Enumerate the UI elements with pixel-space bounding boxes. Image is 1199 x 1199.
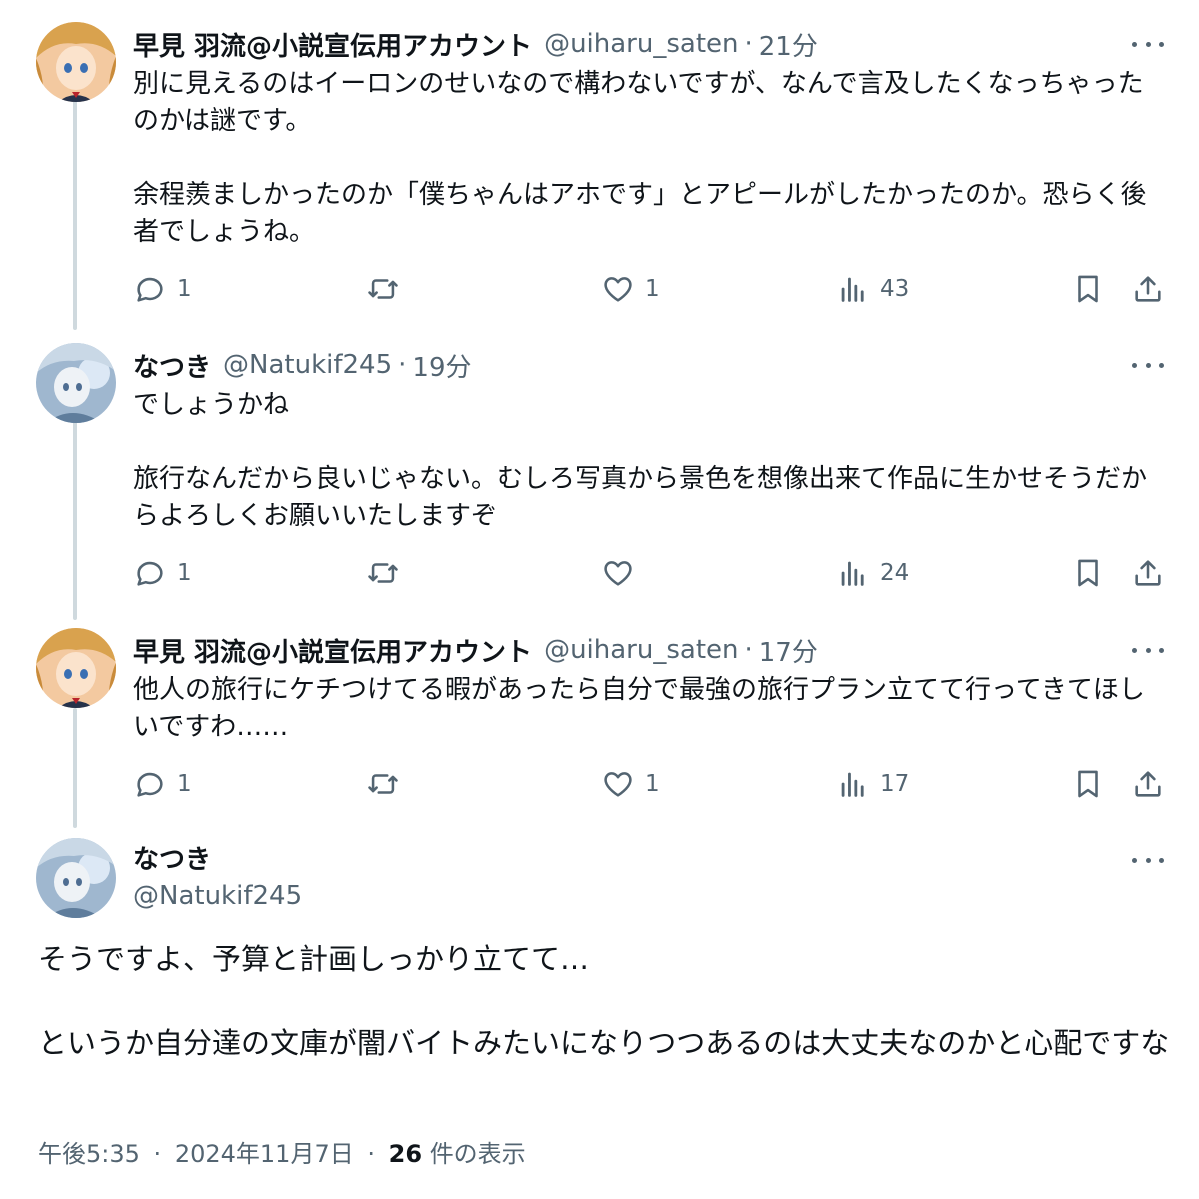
bookmark-button[interactable]: [1071, 553, 1105, 593]
heart-icon: [604, 561, 632, 586]
tweet-paragraph: 他人の旅行にケチつけてる暇があったら自分で最強の旅行プラン立てて行ってきてほしい…: [133, 675, 1145, 742]
upload-share-icon: [1135, 276, 1161, 302]
separator: ·: [367, 1140, 375, 1168]
reply-count: 1: [177, 276, 192, 302]
reply-button[interactable]: 1: [133, 764, 192, 804]
like-count: 1: [645, 771, 660, 797]
reply-button[interactable]: 1: [133, 553, 192, 593]
display-name[interactable]: 早見 羽流@小説宣伝用アカウント: [133, 26, 532, 63]
retweet-button[interactable]: [366, 269, 410, 309]
reply-count: 1: [177, 560, 192, 586]
retweet-arrows-icon: [368, 563, 398, 583]
like-count: 1: [645, 276, 660, 302]
tweet-paragraph: 余程羨ましかったのか「僕ちゃんはアホです」とアピールがしたかったのか。恐らく後者…: [133, 180, 1147, 247]
views-label: 件の表示: [429, 1140, 526, 1168]
like-button[interactable]: 1: [601, 764, 660, 804]
like-button[interactable]: [601, 553, 645, 593]
user-handle[interactable]: @Natukif245: [133, 876, 302, 916]
speech-bubble-icon: [137, 772, 163, 797]
tweet-text: 別に見えるのはイーロンのせいなので構わないですが、なんで言及したくなっちゃったの…: [133, 66, 1169, 251]
more-options-icon[interactable]: [1130, 345, 1166, 385]
display-name[interactable]: なつき: [133, 840, 211, 880]
share-button[interactable]: [1131, 269, 1165, 309]
bookmark-icon: [1078, 770, 1098, 798]
timestamp[interactable]: 17分: [759, 632, 818, 669]
views-count: 43: [880, 276, 910, 302]
like-button[interactable]: 1: [601, 269, 660, 309]
retweet-arrows-icon: [368, 774, 398, 794]
retweet-button[interactable]: [366, 553, 410, 593]
tweet[interactable]: 早見 羽流@小説宣伝用アカウント @uiharu_saten · 21分 別に見…: [0, 24, 1199, 324]
display-name[interactable]: なつき: [133, 347, 211, 384]
user-handle[interactable]: @uiharu_saten: [544, 29, 738, 59]
post-date[interactable]: 2024年11月7日: [175, 1140, 354, 1168]
more-options-icon[interactable]: [1130, 840, 1166, 880]
more-options-icon[interactable]: [1130, 630, 1166, 670]
user-handle[interactable]: @Natukif245: [223, 350, 392, 380]
views-button[interactable]: 43: [836, 269, 909, 309]
upload-share-icon: [1135, 771, 1161, 797]
upload-share-icon: [1135, 560, 1161, 586]
bookmark-button[interactable]: [1071, 269, 1105, 309]
tweet-actions: 1 24: [133, 553, 1173, 593]
reply-count: 1: [177, 771, 192, 797]
bookmark-icon: [1078, 559, 1098, 587]
tweet-header: 早見 羽流@小説宣伝用アカウント @uiharu_saten · 21分: [133, 24, 818, 64]
separator: ·: [398, 350, 407, 380]
display-name[interactable]: 早見 羽流@小説宣伝用アカウント: [133, 632, 532, 669]
heart-icon: [604, 277, 632, 302]
bookmark-button[interactable]: [1071, 764, 1105, 804]
reply-button[interactable]: 1: [133, 269, 192, 309]
tweet-paragraph: でしょうかね: [133, 390, 290, 420]
more-options-icon[interactable]: [1130, 24, 1166, 64]
tweet-text: そうですよ、予算と計画しっかり立てて… というか自分達の文庫が闇バイトみたいにな…: [38, 938, 1178, 1064]
tweet-paragraph: というか自分達の文庫が闇バイトみたいになりつつあるのは大丈夫なのかと心配ですな: [38, 1026, 1170, 1060]
tweet-paragraph: 別に見えるのはイーロンのせいなので構わないですが、なんで言及したくなっちゃったの…: [133, 69, 1144, 136]
tweet-meta: 午後5:35 · 2024年11月7日 · 26 件の表示: [38, 1134, 526, 1174]
views-button[interactable]: 17: [836, 764, 909, 804]
tweet-text: でしょうかね 旅行なんだから良いじゃない。むしろ写真から景色を想像出来て作品に生…: [133, 387, 1169, 535]
avatar[interactable]: [36, 838, 116, 918]
views-count: 26: [388, 1140, 423, 1168]
timestamp[interactable]: 午後5:35: [38, 1140, 140, 1168]
retweet-arrows-icon: [368, 279, 398, 299]
tweet-header: なつき @Natukif245 · 19分: [133, 345, 472, 385]
bar-chart-icon: [841, 277, 864, 302]
views-button[interactable]: 24: [836, 553, 909, 593]
tweet[interactable]: なつき @Natukif245 · 19分 でしょうかね 旅行なんだから良いじゃ…: [0, 345, 1199, 625]
views-count: 17: [880, 771, 910, 797]
separator: ·: [153, 1140, 162, 1168]
avatar-image: [36, 838, 116, 918]
bookmark-icon: [1078, 275, 1098, 303]
tweet-paragraph: そうですよ、予算と計画しっかり立てて…: [38, 942, 590, 976]
timestamp[interactable]: 19分: [412, 347, 471, 384]
tweet-text: 他人の旅行にケチつけてる暇があったら自分で最強の旅行プラン立てて行ってきてほしい…: [133, 672, 1169, 746]
tweet-header: 早見 羽流@小説宣伝用アカウント @uiharu_saten · 17分: [133, 630, 818, 670]
tweet-actions: 1 1 43: [133, 269, 1173, 309]
separator: ·: [744, 635, 753, 665]
separator: ·: [744, 29, 753, 59]
heart-icon: [604, 772, 632, 797]
tweet-paragraph: 旅行なんだから良いじゃない。むしろ写真から景色を想像出来て作品に生かせそうだから…: [133, 464, 1148, 531]
speech-bubble-icon: [137, 561, 163, 586]
share-button[interactable]: [1131, 553, 1165, 593]
retweet-button[interactable]: [366, 764, 410, 804]
speech-bubble-icon: [137, 277, 163, 302]
tweet[interactable]: 早見 羽流@小説宣伝用アカウント @uiharu_saten · 17分 他人の…: [0, 630, 1199, 820]
user-handle[interactable]: @uiharu_saten: [544, 635, 738, 665]
bar-chart-icon: [841, 561, 864, 586]
share-button[interactable]: [1131, 764, 1165, 804]
tweet-thread: 早見 羽流@小説宣伝用アカウント @uiharu_saten · 21分 別に見…: [0, 0, 1199, 1199]
bar-chart-icon: [841, 772, 864, 797]
views-count: 24: [880, 560, 910, 586]
tweet-actions: 1 1 17: [133, 764, 1173, 804]
timestamp[interactable]: 21分: [759, 26, 818, 63]
